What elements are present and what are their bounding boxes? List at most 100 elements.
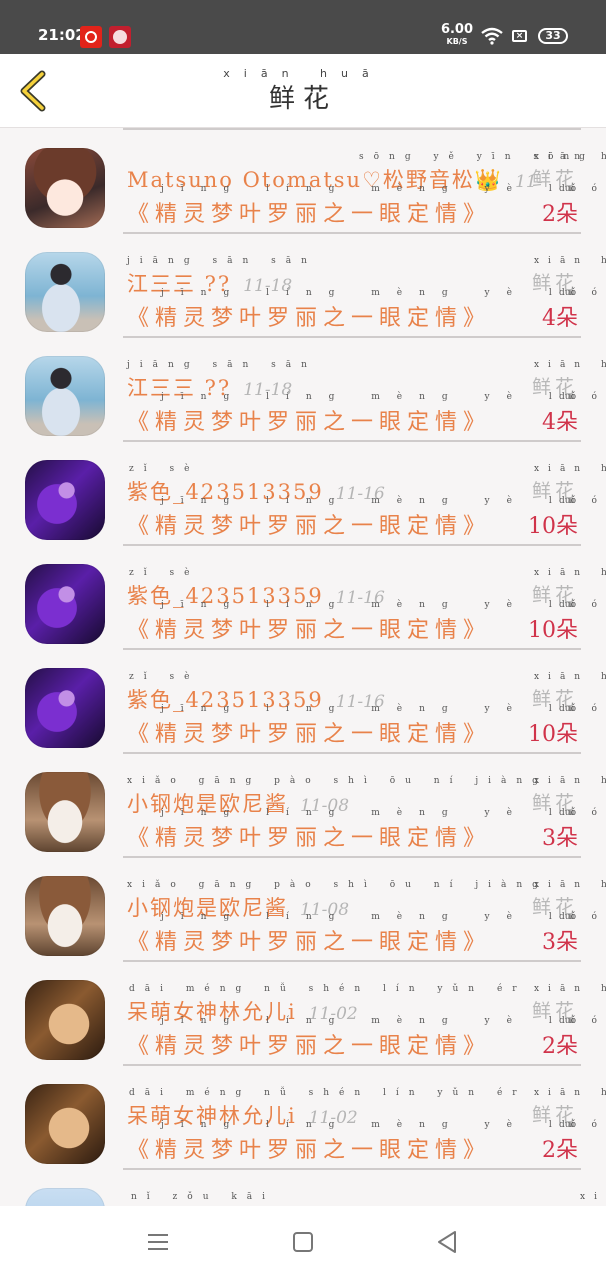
gift-line: jīng líng mèng yè luó lì zhī yī yǎn dìng… <box>127 600 606 643</box>
gift-line: jīng líng mèng yè luó lì zhī yī yǎn dìng… <box>127 808 606 851</box>
gift-line: jīng líng mèng yè luó lì zhī yī yǎn dìng… <box>127 392 606 435</box>
name-pinyin: dāi méng nǚ shén lín yǔn ér <box>129 984 527 994</box>
count-pinyin: duǒ <box>559 704 576 714</box>
gift-text: 《精灵梦叶罗丽之一眼定情》 <box>127 930 492 955</box>
list-item[interactable]: sōng yě yīn sōng Matsuno Otomatsu♡松野音松👑 1… <box>0 130 606 234</box>
doll-avatar[interactable] <box>25 772 105 852</box>
list-item[interactable]: xiǎo gāng pào shì ōu ní jiàng 小钢炮是欧尼酱 11-… <box>0 858 606 962</box>
count-value: 3朵 <box>542 930 578 955</box>
gift-line: jīng líng mèng yè luó lì zhī yī yǎn dìng… <box>127 912 606 955</box>
list-item[interactable]: dāi méng nǚ shén lín yǔn ér 呆萌女神林允儿i 11-0… <box>0 1066 606 1170</box>
blue-avatar[interactable] <box>25 1188 105 1206</box>
flower-pinyin: xiān huā <box>533 672 606 682</box>
purple-avatar[interactable] <box>25 668 105 748</box>
gift-text: 《精灵梦叶罗丽之一眼定情》 <box>127 410 492 435</box>
flower-pinyin: xiān huā <box>533 568 606 578</box>
count-value: 10朵 <box>528 514 578 539</box>
flower-count: duǒ 10朵 <box>528 704 578 748</box>
flower-count: duǒ 10朵 <box>528 600 578 644</box>
gift-line: jīng líng mèng yè luó lì zhī yī yǎn dìng… <box>127 1016 606 1059</box>
gift-text: 《精灵梦叶罗丽之一眼定情》 <box>127 722 492 747</box>
count-pinyin: duǒ <box>559 288 576 298</box>
name-pinyin: zǐ sè <box>129 568 200 578</box>
flower-count: duǒ 4朵 <box>542 288 578 332</box>
gift-text: 《精灵梦叶罗丽之一眼定情》 <box>127 1138 492 1163</box>
sleep-avatar[interactable] <box>25 980 105 1060</box>
flower-pinyin: xiān huā <box>533 984 606 994</box>
flower-pinyin: xiān huā <box>533 464 606 474</box>
count-value: 10朵 <box>528 618 578 643</box>
back-triangle-icon[interactable] <box>436 1230 458 1254</box>
count-value: 3朵 <box>542 826 578 851</box>
menu-icon[interactable] <box>147 1232 169 1252</box>
wifi-icon <box>481 27 503 45</box>
flower-count: duǒ 4朵 <box>542 392 578 436</box>
gift-text: 《精灵梦叶罗丽之一眼定情》 <box>127 826 492 851</box>
network-speed-unit: KB/S <box>446 37 468 46</box>
navigation-bar <box>0 1206 606 1280</box>
flower-count: duǒ 3朵 <box>542 912 578 956</box>
flower-pinyin: xiān huā <box>533 776 606 786</box>
count-pinyin: duǒ <box>559 184 576 194</box>
gift-text: 《精灵梦叶罗丽之一眼定情》 <box>127 306 492 331</box>
count-pinyin: duǒ <box>559 600 576 610</box>
list-item[interactable]: dāi méng nǚ shén lín yǔn ér 呆萌女神林允儿i 11-0… <box>0 962 606 1066</box>
gift-line: jīng líng mèng yè luó lì zhī yī yǎn dìng… <box>127 288 606 331</box>
count-value: 2朵 <box>542 1034 578 1059</box>
girl-avatar[interactable] <box>25 356 105 436</box>
flower-pinyin: xiān huā <box>533 360 606 370</box>
flower-count: duǒ 2朵 <box>542 184 578 228</box>
count-pinyin: duǒ <box>559 496 576 506</box>
battery-icon: 33 <box>538 28 568 44</box>
status-time: 21:02 <box>38 26 86 44</box>
flower-count: duǒ 2朵 <box>542 1016 578 1060</box>
list-item[interactable]: zǐ sè 紫色_423513359 11-16 jīng líng mèng y… <box>0 650 606 754</box>
status-bar: 21:02 6.00 KB/S × 33 <box>0 0 606 54</box>
count-pinyin: duǒ <box>559 1120 576 1130</box>
gift-text: 《精灵梦叶罗丽之一眼定情》 <box>127 618 492 643</box>
name-pinyin: xiǎo gāng pào shì ōu ní jiàng <box>127 776 548 786</box>
list-item[interactable]: zǐ sè 紫色_423513359 11-16 jīng líng mèng y… <box>0 442 606 546</box>
count-pinyin: duǒ <box>559 808 576 818</box>
gift-text: 《精灵梦叶罗丽之一眼定情》 <box>127 202 492 227</box>
gift-line: jīng líng mèng yè luó lì zhī yī yǎn dìng… <box>127 496 606 539</box>
gift-line: jīng líng mèng yè luó lì zhī yī yǎn dìng… <box>127 1120 606 1163</box>
anime-avatar[interactable] <box>25 148 105 228</box>
list-item[interactable]: jiāng sān sān 江三三 ?? 11-18 jīng líng mèng… <box>0 234 606 338</box>
purple-avatar[interactable] <box>25 460 105 540</box>
sim-icon: × <box>512 30 527 42</box>
name-pinyin: xiǎo gāng pào shì ōu ní jiàng <box>127 880 548 890</box>
count-value: 2朵 <box>542 202 578 227</box>
list-item[interactable]: xiǎo gāng pào shì ōu ní jiàng 小钢炮是欧尼酱 11-… <box>0 754 606 858</box>
gift-line: jīng líng mèng yè luó lì zhī yī yǎn dìng… <box>127 704 606 747</box>
list-item[interactable]: zǐ sè 紫色_423513359 11-16 jīng líng mèng y… <box>0 546 606 650</box>
name-pinyin: jiāng sān sān <box>127 256 317 266</box>
gift-text: 《精灵梦叶罗丽之一眼定情》 <box>127 514 492 539</box>
count-value: 4朵 <box>542 410 578 435</box>
name-pinyin: jiāng sān sān <box>127 360 317 370</box>
flower-count: duǒ 3朵 <box>542 808 578 852</box>
page-title: 鲜花 <box>268 84 337 114</box>
app-notification-icon <box>109 26 131 48</box>
home-icon[interactable] <box>293 1232 313 1252</box>
flower-pinyin: xiān huā <box>580 1192 606 1202</box>
network-speed: 6.00 KB/S <box>440 23 474 48</box>
flower-pinyin: xiān huā <box>533 880 606 890</box>
list-item[interactable]: jiāng sān sān 江三三 ?? 11-18 jīng líng mèng… <box>0 338 606 442</box>
name-pinyin: zǐ sè <box>129 672 200 682</box>
count-pinyin: duǒ <box>559 392 576 402</box>
flower-list: sōng yě yīn sōng Matsuno Otomatsu♡松野音松👑 1… <box>0 128 606 1206</box>
gift-line: jīng líng mèng yè luó lì zhī yī yǎn dìng… <box>127 184 606 227</box>
music-app-icon <box>80 26 102 48</box>
purple-avatar[interactable] <box>25 564 105 644</box>
flower-count: duǒ 2朵 <box>542 1120 578 1164</box>
count-value: 10朵 <box>528 722 578 747</box>
header: xiān huā 鲜花 <box>0 54 606 128</box>
count-value: 2朵 <box>542 1138 578 1163</box>
list-item[interactable]: nǐ zǒu kāi xiān huā <box>0 1170 606 1206</box>
doll-avatar[interactable] <box>25 876 105 956</box>
name-pinyin: zǐ sè <box>129 464 200 474</box>
sleep-avatar[interactable] <box>25 1084 105 1164</box>
name-pinyin: dāi méng nǚ shén lín yǔn ér <box>129 1088 527 1098</box>
girl-avatar[interactable] <box>25 252 105 332</box>
